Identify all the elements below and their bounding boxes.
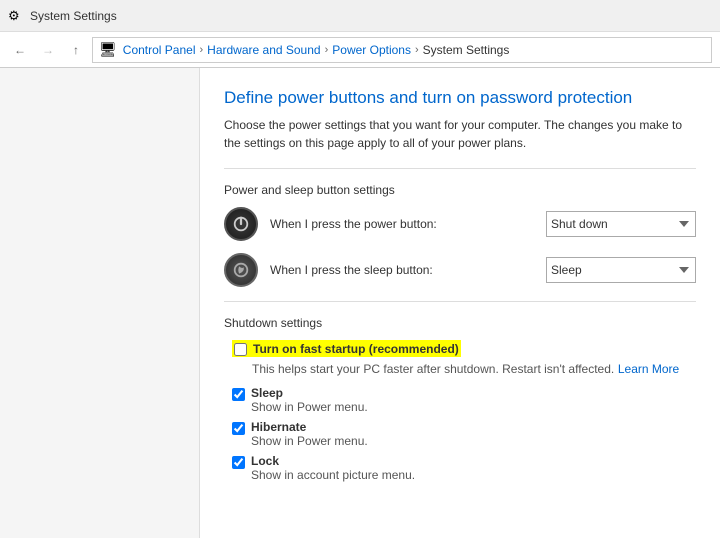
back-button[interactable]: ← [8,38,32,62]
window-title: System Settings [30,9,117,23]
main-layout: Define power buttons and turn on passwor… [0,68,720,538]
sidebar [0,68,200,538]
learn-more-link[interactable]: Learn More [618,362,679,376]
power-button-dropdown[interactable]: Shut down Sleep Hibernate Do nothing [546,211,696,237]
fast-startup-label-area: Turn on fast startup (recommended) [253,342,459,356]
breadcrumb-sep-2: › [325,44,329,56]
section-divider-2 [224,301,696,302]
forward-button[interactable]: → [36,38,60,62]
sleep-button-label: When I press the sleep button: [270,263,534,277]
lock-option-desc: Show in account picture menu. [251,468,415,482]
fast-startup-label: Turn on fast startup (recommended) [253,342,459,356]
sleep-option-label: Sleep [251,386,368,400]
window-icon: ⚙ [8,8,24,24]
page-description: Choose the power settings that you want … [224,116,696,152]
sleep-button-dropdown[interactable]: Sleep Hibernate Shut down Do nothing [546,257,696,283]
power-button-row: When I press the power button: Shut down… [224,207,696,241]
power-icon-circle [224,207,258,241]
power-section-label: Power and sleep button settings [224,183,696,197]
sleep-checkbox[interactable] [232,388,245,401]
hibernate-option-label-area: Hibernate Show in Power menu. [251,420,368,448]
power-button-label: When I press the power button: [270,217,534,231]
sleep-button-row: When I press the sleep button: Sleep Hib… [224,253,696,287]
lock-option-label-area: Lock Show in account picture menu. [251,454,415,482]
hibernate-option-label: Hibernate [251,420,368,434]
shutdown-section-label: Shutdown settings [224,316,696,330]
breadcrumb-sep-1: › [200,44,204,56]
fast-startup-checkbox[interactable] [234,343,247,356]
fast-startup-row: Turn on fast startup (recommended) [232,340,696,357]
breadcrumb-sep-3: › [415,44,419,56]
page-title: Define power buttons and turn on passwor… [224,88,696,108]
hibernate-option-desc: Show in Power menu. [251,434,368,448]
breadcrumb-hardware-sound[interactable]: Hardware and Sound [207,43,320,57]
sleep-icon-circle [224,253,258,287]
sleep-option-row: Sleep Show in Power menu. [232,386,696,414]
breadcrumb-power-options[interactable]: Power Options [332,43,411,57]
hibernate-option-row: Hibernate Show in Power menu. [232,420,696,448]
power-icon [232,215,250,233]
breadcrumb-control-panel[interactable]: Control Panel [123,43,196,57]
address-bar: ← → ↑ 🖥 Control Panel › Hardware and Sou… [0,32,720,68]
title-bar: ⚙ System Settings [0,0,720,32]
breadcrumb: 🖥 Control Panel › Hardware and Sound › P… [92,37,712,63]
breadcrumb-icon: 🖥 [99,41,117,58]
section-divider-1 [224,168,696,169]
sleep-option-desc: Show in Power menu. [251,400,368,414]
fast-startup-desc-row: This helps start your PC faster after sh… [252,361,696,376]
lock-option-row: Lock Show in account picture menu. [232,454,696,482]
main-content: Define power buttons and turn on passwor… [200,68,720,538]
lock-checkbox[interactable] [232,456,245,469]
fast-startup-desc: This helps start your PC faster after sh… [252,362,614,376]
sleep-icon [232,261,250,279]
up-button[interactable]: ↑ [64,38,88,62]
sleep-option-label-area: Sleep Show in Power menu. [251,386,368,414]
fast-startup-highlight: Turn on fast startup (recommended) [232,340,461,357]
hibernate-checkbox[interactable] [232,422,245,435]
breadcrumb-current: System Settings [423,43,510,57]
lock-option-label: Lock [251,454,415,468]
